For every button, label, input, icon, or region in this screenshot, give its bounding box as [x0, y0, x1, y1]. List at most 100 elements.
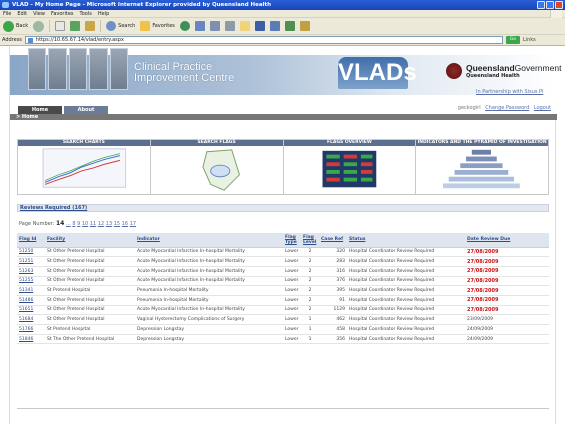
favorites-icon[interactable] [140, 21, 151, 31]
panel-flags-overview[interactable]: FLAGS OVERVIEW [283, 140, 417, 194]
stop-icon[interactable] [55, 21, 66, 31]
mail-icon[interactable] [209, 21, 220, 31]
menu-help[interactable]: Help [98, 11, 109, 17]
address-input[interactable]: https://10.65.67.14/vlad/entry.aspx [24, 36, 503, 44]
page-link[interactable]: 8 [72, 221, 75, 227]
page-link[interactable]: 11 [90, 221, 96, 227]
panel-thumbnail [416, 146, 548, 194]
menu-tools[interactable]: Tools [80, 11, 92, 17]
menu-file[interactable]: File [3, 11, 11, 17]
tab-about[interactable]: About [64, 106, 108, 114]
indicator-cell: Vaginal Hysterectomy Complications of Su… [135, 314, 283, 325]
page-link[interactable]: 15 [114, 221, 120, 227]
table-row: 51766 St Pretend Hospital Depression Longs… [17, 324, 549, 335]
panel-thumbnail [18, 146, 150, 194]
discuss-icon[interactable] [254, 21, 265, 31]
messenger-icon[interactable] [269, 21, 280, 31]
home-icon[interactable] [85, 21, 96, 31]
flag-id-link[interactable]: 51846 [17, 334, 45, 345]
reviews-heading[interactable]: Reviews Required (167) [17, 204, 549, 212]
search-label[interactable]: Search [118, 23, 135, 29]
print-icon[interactable] [224, 21, 235, 31]
page-link[interactable]: 9 [77, 221, 80, 227]
flag-level-cell: 1 [301, 314, 319, 325]
flag-id-link[interactable]: 51684 [17, 314, 45, 325]
case-ref-cell: 462 [319, 314, 347, 325]
cpic-title: Clinical Practice Improvement Centre [134, 62, 234, 84]
folder-icon[interactable] [239, 21, 250, 31]
forward-icon[interactable] [33, 20, 45, 32]
col-facility[interactable]: Facility [45, 233, 135, 248]
vlads-logo: VLADs [338, 57, 417, 89]
content-bottom-rule [17, 408, 549, 409]
tab-home[interactable]: Home [18, 106, 62, 114]
back-icon[interactable] [3, 20, 14, 32]
toolbar-separator [100, 20, 102, 32]
col-flag-level[interactable]: Flag Level [301, 233, 319, 248]
menu-edit[interactable]: Edit [17, 11, 27, 17]
page-link[interactable]: 13 [106, 221, 112, 227]
qh-bold: Queensland [466, 63, 515, 73]
change-password-link[interactable]: Change Password [485, 105, 529, 111]
search-icon[interactable] [106, 21, 117, 31]
flag-type-cell: Lower [283, 305, 301, 316]
research-icon[interactable] [284, 21, 295, 31]
indicator-cell: Acute Myocardial Infarction In-hospital … [135, 276, 283, 287]
tools-icon[interactable] [299, 21, 310, 31]
page-link[interactable]: 17 [130, 221, 136, 227]
current-page: 14 [55, 220, 65, 227]
window-titlebar: VLAD - My Home Page - Microsoft Internet… [0, 0, 565, 10]
maximize-button[interactable] [546, 1, 554, 9]
qh-government-logo: QueenslandGovernment [466, 63, 561, 73]
flag-id-link[interactable]: 51250 [17, 247, 45, 258]
qh-light: Government [514, 63, 562, 73]
chart-thumbnail-icon [42, 148, 127, 188]
due-date-cell: 24/09/2009 [465, 334, 549, 345]
indicator-cell: Pneumonia In-hospital Mortality [135, 285, 283, 296]
flag-id-link[interactable]: 51486 [17, 295, 45, 306]
banner-photo [28, 48, 47, 90]
flag-type-cell: Lower [283, 324, 301, 335]
flag-id-link[interactable]: 51255 [17, 276, 45, 287]
flag-id-link[interactable]: 51766 [17, 324, 45, 335]
panel-indicators-pyramid[interactable]: INDICATORS AND THE PYRAMID OF INVESTIGAT… [416, 140, 548, 194]
col-case-ref[interactable]: Case Ref [319, 233, 347, 248]
close-button[interactable] [555, 1, 563, 9]
col-status[interactable]: Status [347, 233, 465, 248]
links-button[interactable]: Links [523, 37, 536, 43]
panel-search-flags[interactable]: SEARCH FLAGS [150, 140, 284, 194]
page-link[interactable]: ... [66, 221, 71, 227]
menu-favorites[interactable]: Favorites [51, 11, 74, 17]
col-flag-type[interactable]: Flag Type [283, 233, 301, 248]
indicator-cell: Acute Myocardial Infarction In-hospital … [135, 266, 283, 277]
ie-logo-icon [2, 2, 9, 8]
qh-health-label: Queensland Health [466, 73, 520, 79]
page-link[interactable]: 16 [122, 221, 128, 227]
logout-link[interactable]: Logout [534, 105, 551, 111]
menu-view[interactable]: View [33, 11, 45, 17]
col-date-review-due[interactable]: Date Review Due [465, 233, 549, 248]
page-link[interactable]: 12 [98, 221, 104, 227]
favorites-label[interactable]: Favorites [152, 23, 175, 29]
panel-search-charts[interactable]: SEARCH CHARTS [18, 140, 151, 194]
page-link[interactable]: 10 [82, 221, 88, 227]
indicator-cell: Acute Myocardial Infarction In-hospital … [135, 247, 283, 258]
go-button[interactable]: Go [505, 36, 520, 44]
flag-id-link[interactable]: 51251 [17, 256, 45, 267]
history-icon[interactable] [194, 21, 205, 31]
status-cell: Hospital Coordinator Review Required [347, 256, 465, 267]
partnership-link[interactable]: In Partnership with Sisus Pi [476, 89, 543, 95]
media-icon[interactable] [179, 21, 190, 31]
refresh-icon[interactable] [70, 21, 81, 31]
col-flag-id[interactable]: Flag Id [17, 233, 45, 248]
col-indicator[interactable]: Indicator [135, 233, 283, 248]
flag-id-link[interactable]: 51341 [17, 285, 45, 296]
minimize-button[interactable] [537, 1, 545, 9]
flag-id-link[interactable]: 51651 [17, 305, 45, 316]
flag-level-cell: 2 [301, 266, 319, 277]
flag-id-link[interactable]: 51263 [17, 266, 45, 277]
back-label[interactable]: Back [16, 23, 28, 29]
due-date-cell: 27/08/2009 [465, 266, 549, 277]
flag-type-cell: Lower [283, 285, 301, 296]
due-date-cell: 27/08/2009 [465, 295, 549, 306]
